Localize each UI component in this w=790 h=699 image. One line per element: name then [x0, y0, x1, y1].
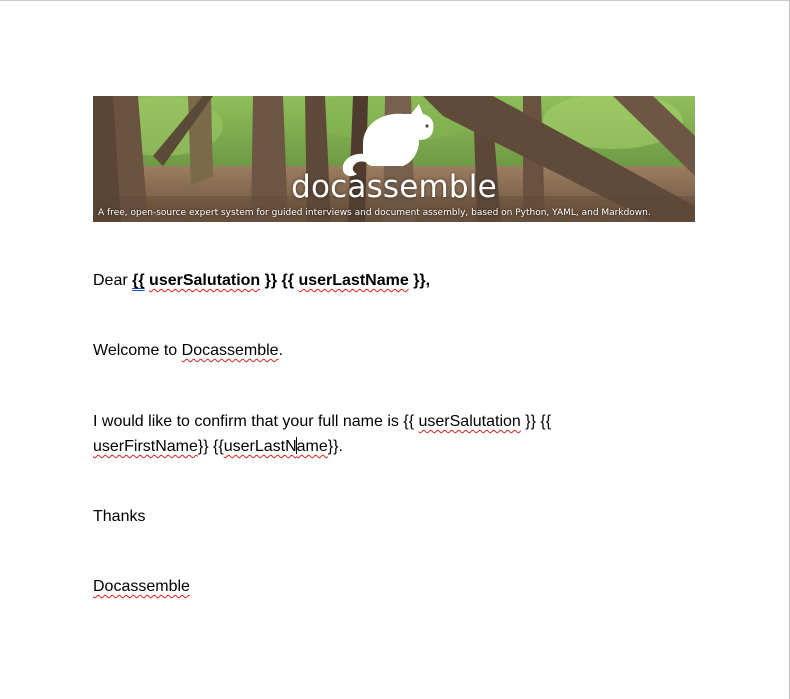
- confirm-salutation-variable: userSalutation: [418, 413, 521, 430]
- cat-icon: [342, 104, 434, 177]
- thanks-text: Thanks: [93, 508, 146, 525]
- greeting-close-brace-2: }}: [413, 272, 426, 289]
- greeting-open-brace-1: {{: [132, 272, 145, 289]
- greeting-close-brace-1: }}: [264, 272, 278, 289]
- banner-title: docassemble: [291, 169, 497, 205]
- signature-text: Docassemble: [93, 578, 190, 595]
- document-page[interactable]: docassemble A free, open-source expert s…: [0, 0, 790, 699]
- welcome-product-name: Docassemble: [181, 342, 279, 359]
- confirm-line1-suffix: }} {{: [525, 413, 552, 430]
- greeting-open-brace-2: {{: [281, 272, 294, 289]
- docassemble-banner-image: docassemble A free, open-source expert s…: [93, 96, 695, 222]
- thanks-paragraph[interactable]: Thanks: [93, 505, 145, 529]
- confirm-firstname-variable: userFirstName: [93, 438, 198, 455]
- confirm-paragraph-line-2[interactable]: userFirstName}} {{userLastName}}.: [93, 435, 343, 459]
- greeting-salutation-variable: userSalutation: [149, 272, 261, 289]
- signature-paragraph[interactable]: Docassemble: [93, 575, 190, 599]
- banner-tagline: A free, open-source expert system for gu…: [98, 208, 651, 218]
- greeting-dear: Dear: [93, 272, 128, 289]
- confirm-line2-end: }}.: [327, 438, 343, 455]
- confirm-lastname-part1: userLastN: [223, 438, 297, 455]
- confirm-paragraph-line-1[interactable]: I would like to confirm that your full n…: [93, 410, 551, 434]
- greeting-lastname-variable: userLastName: [298, 272, 409, 289]
- welcome-prefix: Welcome to: [93, 342, 178, 359]
- greeting-paragraph[interactable]: Dear {{ userSalutation }} {{ userLastNam…: [93, 269, 430, 293]
- greeting-comma: ,: [425, 272, 431, 289]
- welcome-paragraph[interactable]: Welcome to Docassemble.: [93, 339, 283, 363]
- confirm-lastname-part2: ame: [296, 438, 328, 455]
- confirm-line2-mid: }} {{: [197, 438, 224, 455]
- welcome-period: .: [278, 342, 284, 359]
- confirm-prefix: I would like to confirm that your full n…: [93, 413, 415, 430]
